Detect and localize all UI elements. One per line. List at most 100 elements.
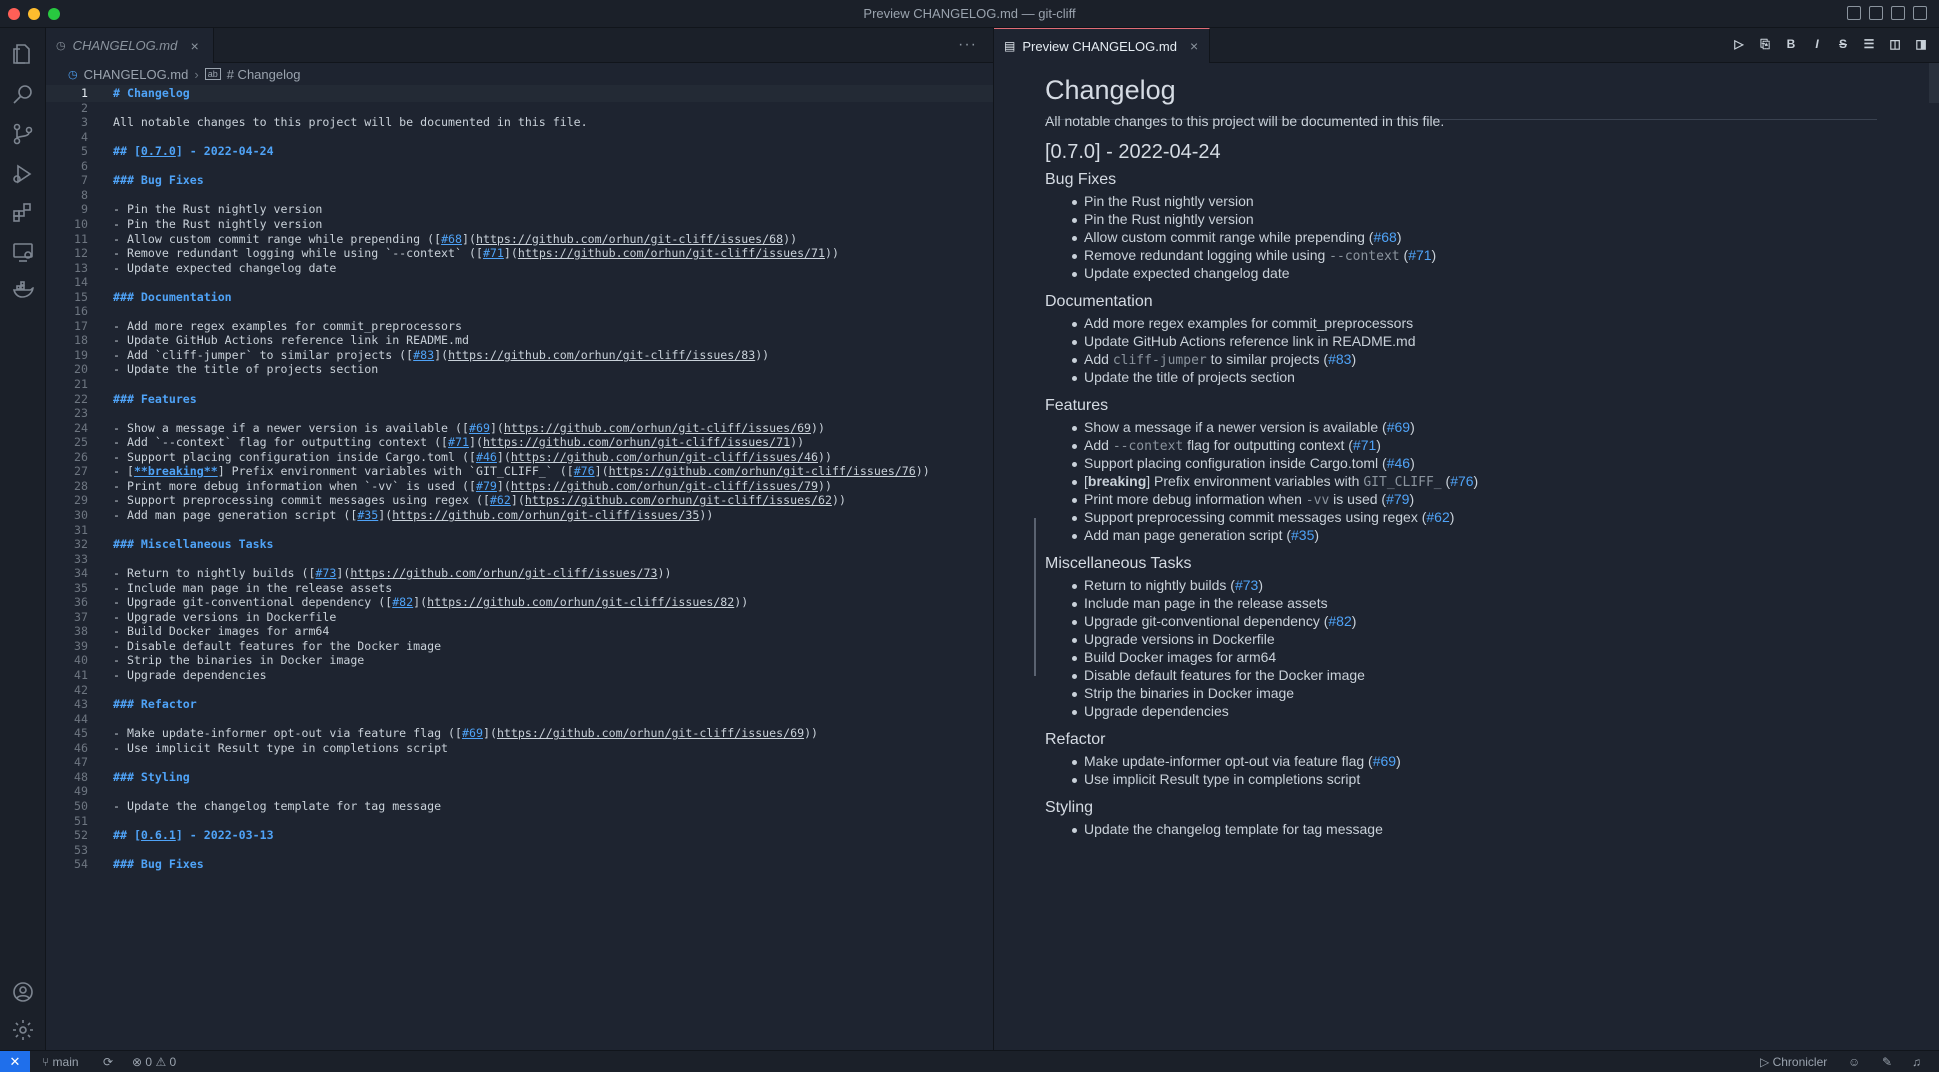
list-icon[interactable]: ☰	[1861, 37, 1877, 52]
issue-link[interactable]: #69	[1387, 419, 1410, 435]
text: Use implicit Result type in completions …	[1084, 771, 1361, 787]
settings-icon[interactable]	[9, 1016, 37, 1044]
more-actions-icon[interactable]: ···	[958, 36, 977, 54]
text: Disable default features for the Docker …	[1084, 667, 1365, 683]
text: )	[1410, 455, 1415, 471]
chronicler-status[interactable]: ▷ Chronicler	[1760, 1055, 1827, 1069]
split-editor-icon[interactable]: ◫	[1887, 37, 1903, 52]
issue-link[interactable]: #62	[1426, 509, 1449, 525]
list-item: [breaking] Prefix environment variables …	[1071, 473, 1479, 490]
branch-status[interactable]: ⑂ main	[42, 1055, 79, 1069]
bold-icon[interactable]: B	[1783, 37, 1799, 52]
line-number: 54	[74, 857, 88, 872]
tab-preview-changelog[interactable]: ▤ Preview CHANGELOG.md ×	[994, 28, 1210, 63]
chronicler-label: Chronicler	[1772, 1055, 1828, 1069]
text: Make update-informer opt-out via feature…	[1084, 753, 1373, 769]
text: flag for outputting context (	[1183, 437, 1353, 453]
customize-layout-icon[interactable]	[1913, 6, 1927, 20]
issue-link[interactable]: #73	[1235, 577, 1258, 593]
list-item: Upgrade git-conventional dependency (#82…	[1071, 613, 1356, 629]
inline-code: --context	[1329, 249, 1400, 264]
minimize-window-button[interactable]	[28, 8, 40, 20]
tab-changelog-md[interactable]: ◷ CHANGELOG.md ×	[46, 28, 214, 63]
remote-indicator-icon[interactable]: ✕	[0, 1051, 30, 1072]
chevron-right-icon: ›	[194, 66, 199, 82]
text: )	[1314, 527, 1320, 543]
preview-scrollbar[interactable]	[1929, 63, 1939, 103]
text: Pin the Rust nightly version	[1084, 211, 1254, 227]
text: )	[1473, 473, 1479, 489]
close-tab-icon[interactable]: ×	[190, 38, 198, 54]
list-item: Update the title of projects section	[1072, 369, 1295, 385]
run-icon[interactable]: ▷	[1731, 37, 1747, 52]
list-item: Print more debug information when -vv is…	[1071, 491, 1414, 508]
notifications-icon[interactable]: ♫	[1912, 1055, 1921, 1069]
text: Update expected changelog date	[1084, 265, 1290, 281]
tab-label: CHANGELOG.md	[72, 38, 178, 53]
breadcrumb: ◷ CHANGELOG.md › ab # Changelog	[46, 63, 993, 85]
text: Remove redundant logging while using	[1084, 247, 1330, 263]
line-text: ### Bug Fixes	[113, 857, 204, 872]
activity-bar	[0, 28, 46, 1050]
list-item: Make update-informer opt-out via feature…	[1072, 753, 1401, 769]
breadcrumb-symbol[interactable]: # Changelog	[227, 67, 301, 82]
run-debug-icon[interactable]	[9, 160, 37, 188]
close-tab-icon[interactable]: ×	[1190, 38, 1198, 54]
toggle-layout-icon[interactable]: ◨	[1913, 37, 1929, 52]
text: )	[1431, 247, 1437, 263]
text: )	[1258, 577, 1263, 593]
error-count: 0	[145, 1055, 153, 1069]
text: Add man page generation script (	[1084, 527, 1292, 543]
text: to similar projects (	[1206, 351, 1329, 367]
code-line[interactable]: 54 ### Bug Fixes	[46, 855, 993, 873]
selection-marker	[1034, 518, 1036, 676]
record-icon: ▷	[1760, 1055, 1770, 1069]
issue-link[interactable]: #35	[1291, 527, 1314, 543]
problems-status[interactable]: ⊗ 0 ⚠ 0	[132, 1055, 176, 1069]
list-item: Return to nightly builds (#73)	[1072, 577, 1263, 593]
remote-explorer-icon[interactable]	[9, 238, 37, 266]
heading-h3: Bug Fixes	[1045, 171, 1117, 188]
strikethrough-icon[interactable]: S	[1835, 37, 1851, 52]
issue-link[interactable]: #71	[1353, 437, 1376, 453]
issue-link[interactable]: #79	[1386, 491, 1409, 507]
italic-icon[interactable]: I	[1809, 37, 1825, 52]
source-control-icon[interactable]	[9, 120, 37, 148]
account-icon[interactable]	[9, 978, 37, 1006]
list-item: Add --context flag for outputting contex…	[1072, 437, 1381, 454]
toggle-secondary-sidebar-icon[interactable]	[1891, 6, 1905, 20]
copilot-icon[interactable]: ☺	[1848, 1055, 1860, 1069]
issue-link[interactable]: #69	[1373, 753, 1396, 769]
feedback-icon[interactable]: ✎	[1882, 1055, 1892, 1069]
preview-tab-bar: ▤ Preview CHANGELOG.md × ▷ ⎘ B I S ☰ ◫ ◨	[994, 28, 1939, 63]
heading-h3: Styling	[1045, 799, 1094, 816]
list-item: Show a message if a newer version is ava…	[1072, 419, 1415, 435]
preview-toolbar: ▷ ⎘ B I S ☰ ◫ ◨	[1731, 37, 1929, 52]
close-window-button[interactable]	[8, 8, 20, 20]
files-icon[interactable]	[9, 40, 37, 68]
issue-link[interactable]: #71	[1408, 247, 1431, 263]
list-item: Update expected changelog date	[1072, 265, 1290, 281]
markdown-preview: Changelog All notable changes to this pro…	[994, 63, 1939, 1050]
issue-link[interactable]: #46	[1387, 455, 1410, 471]
open-source-icon[interactable]: ⎘	[1757, 37, 1773, 52]
sync-icon[interactable]: ⟳	[103, 1055, 113, 1069]
docker-icon[interactable]	[9, 276, 37, 304]
search-icon[interactable]	[9, 80, 37, 108]
list-item: Allow custom commit range while prependi…	[1072, 229, 1402, 245]
code-editor[interactable]: 1 # Changelog 2 3 All notable changes to thi…	[46, 85, 993, 1050]
text: (	[1441, 473, 1451, 489]
breadcrumb-file[interactable]: CHANGELOG.md	[84, 67, 189, 82]
extensions-icon[interactable]	[9, 198, 37, 226]
issue-link[interactable]: #82	[1328, 613, 1351, 629]
toggle-panel-icon[interactable]	[1869, 6, 1883, 20]
issue-link[interactable]: #76	[1450, 473, 1473, 489]
branch-name: main	[52, 1055, 79, 1069]
issue-link[interactable]: #83	[1328, 351, 1351, 367]
inline-code: -vv	[1305, 493, 1330, 508]
zoom-window-button[interactable]	[48, 8, 60, 20]
issue-link[interactable]: #68	[1373, 229, 1396, 245]
toggle-primary-sidebar-icon[interactable]	[1847, 6, 1861, 20]
list-item: Add man page generation script (#35)	[1071, 527, 1320, 543]
text: Add more regex examples for commit_prepr…	[1084, 315, 1414, 331]
